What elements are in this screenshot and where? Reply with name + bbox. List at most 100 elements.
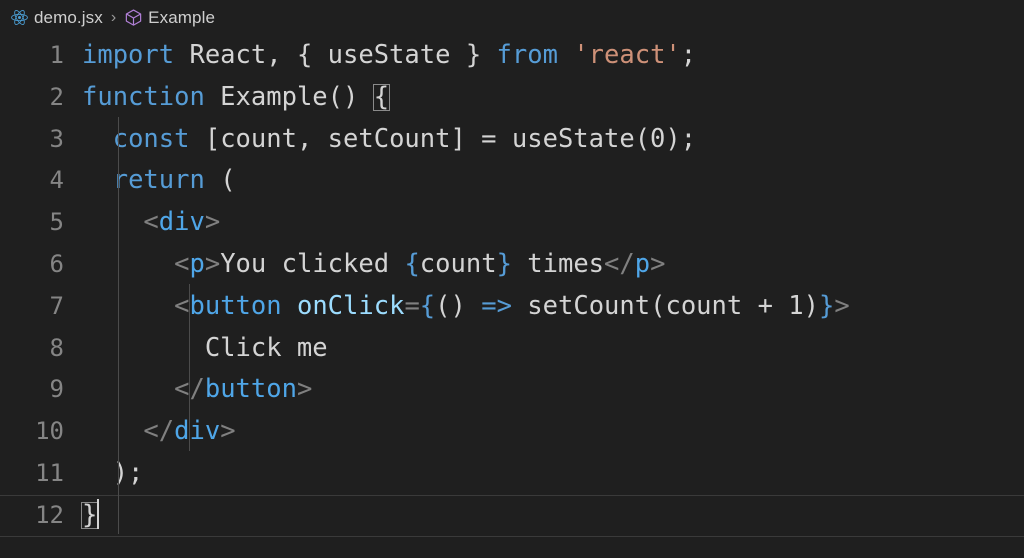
code-line-content[interactable]: function Example() { <box>82 77 1024 119</box>
code-token: function <box>82 81 205 112</box>
line-number: 3 <box>49 124 64 153</box>
code-token: } <box>818 290 835 321</box>
line-number: 11 <box>35 458 64 487</box>
indent-guide <box>189 284 190 451</box>
code-line[interactable]: 9 </button> <box>0 369 1024 411</box>
code-token: button <box>189 290 282 321</box>
code-line[interactable]: 1 import React, { useState } from 'react'… <box>0 35 1024 77</box>
code-token: onClick <box>296 290 405 321</box>
code-line[interactable]: 2 function Example() { <box>0 77 1024 119</box>
line-number: 4 <box>49 166 64 195</box>
code-token: > <box>204 248 221 279</box>
code-token: const <box>112 123 190 154</box>
code-token: from <box>496 40 558 70</box>
code-token: => <box>481 290 512 321</box>
code-token: import <box>82 40 175 70</box>
code-token: < <box>174 290 190 321</box>
code-token: setCount(count + 1) <box>511 290 819 321</box>
breadcrumb: demo.jsx › Example <box>0 0 1024 35</box>
line-number: 10 <box>35 417 64 446</box>
code-line[interactable]: 3 const [count, setCount] = useState(0); <box>0 119 1024 161</box>
line-number: 8 <box>49 333 64 362</box>
code-token: > <box>650 248 666 279</box>
line-number: 7 <box>49 291 64 320</box>
code-line-content[interactable]: } <box>81 495 1024 537</box>
breadcrumb-separator-icon: › <box>110 8 117 26</box>
code-token: ; <box>680 40 697 70</box>
code-line[interactable]: 7 <button onClick={() => setCount(count … <box>0 286 1024 328</box>
breadcrumb-item-file[interactable]: demo.jsx <box>8 8 105 28</box>
code-token: </ <box>143 416 175 447</box>
code-token: > <box>296 374 313 405</box>
code-line-content[interactable]: <div> <box>82 202 1024 244</box>
code-token: [count, setCount] = useState(0); <box>189 123 697 154</box>
code-token: React, { useState } <box>174 40 497 70</box>
code-token: times <box>511 248 605 279</box>
code-line-content[interactable]: </div> <box>82 411 1024 453</box>
code-lines[interactable]: 1 import React, { useState } from 'react'… <box>0 35 1024 537</box>
line-number: 1 <box>49 41 64 69</box>
code-line-content[interactable]: <button onClick={() => setCount(count + … <box>82 286 1024 328</box>
text-cursor <box>97 498 100 529</box>
code-token: () <box>435 290 482 321</box>
code-token: { <box>419 290 436 321</box>
breadcrumb-item-symbol[interactable]: Example <box>122 8 217 28</box>
code-token: </ <box>604 248 635 279</box>
code-line[interactable]: 4 return ( <box>0 160 1024 202</box>
code-token: You clicked <box>220 248 405 279</box>
code-token: < <box>174 248 190 279</box>
code-token: { <box>404 248 420 279</box>
code-token: Example() <box>204 81 374 112</box>
code-line[interactable]: 11 ); <box>0 453 1024 495</box>
code-line[interactable]: 8 Click me <box>0 328 1024 370</box>
code-line-content[interactable]: ); <box>82 453 1024 495</box>
code-line[interactable]: 10 </div> <box>0 411 1024 453</box>
code-token: > <box>834 290 850 321</box>
bracket-match-highlight: } <box>81 499 99 530</box>
code-editor-window: demo.jsx › Example 1 import React, { useS… <box>0 0 1024 558</box>
line-number: 2 <box>49 82 64 111</box>
line-number: 9 <box>49 375 64 404</box>
indent-guide <box>118 117 119 534</box>
code-token: 'react' <box>573 40 681 70</box>
code-token: } <box>496 248 512 279</box>
code-line-content[interactable]: <p>You clicked {count} times</p> <box>82 244 1024 286</box>
react-atom-icon <box>10 8 29 27</box>
code-token: < <box>143 207 159 238</box>
bracket-match-highlight: { <box>372 81 391 112</box>
code-line[interactable]: 5 <div> <box>0 202 1024 244</box>
code-token: > <box>220 416 236 447</box>
code-token: div <box>174 416 221 447</box>
code-line-content[interactable]: const [count, setCount] = useState(0); <box>82 119 1024 161</box>
code-token: button <box>204 374 297 405</box>
line-number: 12 <box>35 500 64 529</box>
code-line[interactable]: 12} <box>0 494 1024 537</box>
code-token: ); <box>82 457 144 488</box>
breadcrumb-symbol-label: Example <box>148 7 215 27</box>
code-token: count <box>419 248 497 279</box>
code-line-content[interactable]: Click me <box>82 328 1024 370</box>
editor-body[interactable]: 1 import React, { useState } from 'react'… <box>0 35 1024 558</box>
cube-symbol-icon <box>124 8 143 27</box>
code-token: = <box>404 290 420 321</box>
code-line-content[interactable]: import React, { useState } from 'react'; <box>82 35 1024 77</box>
code-token: p <box>634 248 651 279</box>
code-line[interactable]: 6 <p>You clicked {count} times</p> <box>0 244 1024 286</box>
code-token: return <box>112 165 205 196</box>
breadcrumb-file-label: demo.jsx <box>34 7 103 27</box>
code-line-content[interactable]: return ( <box>82 160 1024 202</box>
line-number: 5 <box>49 208 64 237</box>
code-token: ( <box>204 165 236 196</box>
code-token: p <box>189 248 205 279</box>
code-token: > <box>204 207 221 238</box>
code-line-content[interactable]: </button> <box>82 369 1024 411</box>
